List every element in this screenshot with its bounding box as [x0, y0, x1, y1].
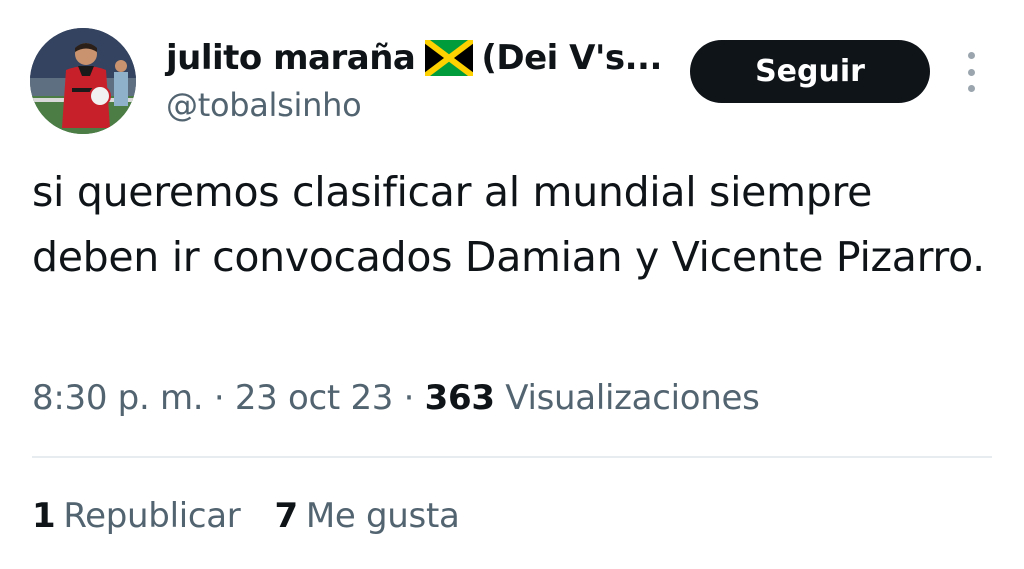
jamaica-flag-icon [425, 40, 474, 76]
author-handle[interactable]: @tobalsinho [166, 86, 362, 124]
meta-separator: · [403, 378, 415, 418]
tweet-stats: 1 Republicar 7 Me gusta [32, 496, 460, 536]
reposts-stat[interactable]: 1 Republicar [32, 496, 241, 536]
author-display-name[interactable]: julito maraña [166, 38, 416, 78]
views-count: 363 [424, 378, 495, 418]
avatar[interactable] [30, 28, 136, 134]
reposts-label: Republicar [63, 496, 241, 536]
likes-count: 7 [274, 496, 299, 536]
tweet-date[interactable]: 23 oct 23 [235, 378, 394, 418]
tweet-time[interactable]: 8:30 p. m. [32, 378, 204, 418]
tweet-meta: 8:30 p. m. · 23 oct 23 · 363 Visualizaci… [32, 378, 760, 418]
follow-button[interactable]: Seguir [690, 40, 930, 103]
meta-separator: · [213, 378, 225, 418]
more-options-icon[interactable] [958, 52, 984, 92]
tweet-text: si queremos clasificar al mundial siempr… [32, 168, 985, 281]
likes-stat[interactable]: 7 Me gusta [275, 496, 460, 536]
divider [32, 456, 992, 458]
author-display-name-suffix[interactable]: (Dei V's... [481, 38, 662, 78]
reposts-count: 1 [32, 496, 56, 536]
views-label: Visualizaciones [505, 378, 760, 418]
likes-label: Me gusta [305, 496, 460, 536]
profile-photo [30, 28, 136, 134]
author-name-row[interactable]: julito maraña (Dei V's... [166, 38, 662, 78]
